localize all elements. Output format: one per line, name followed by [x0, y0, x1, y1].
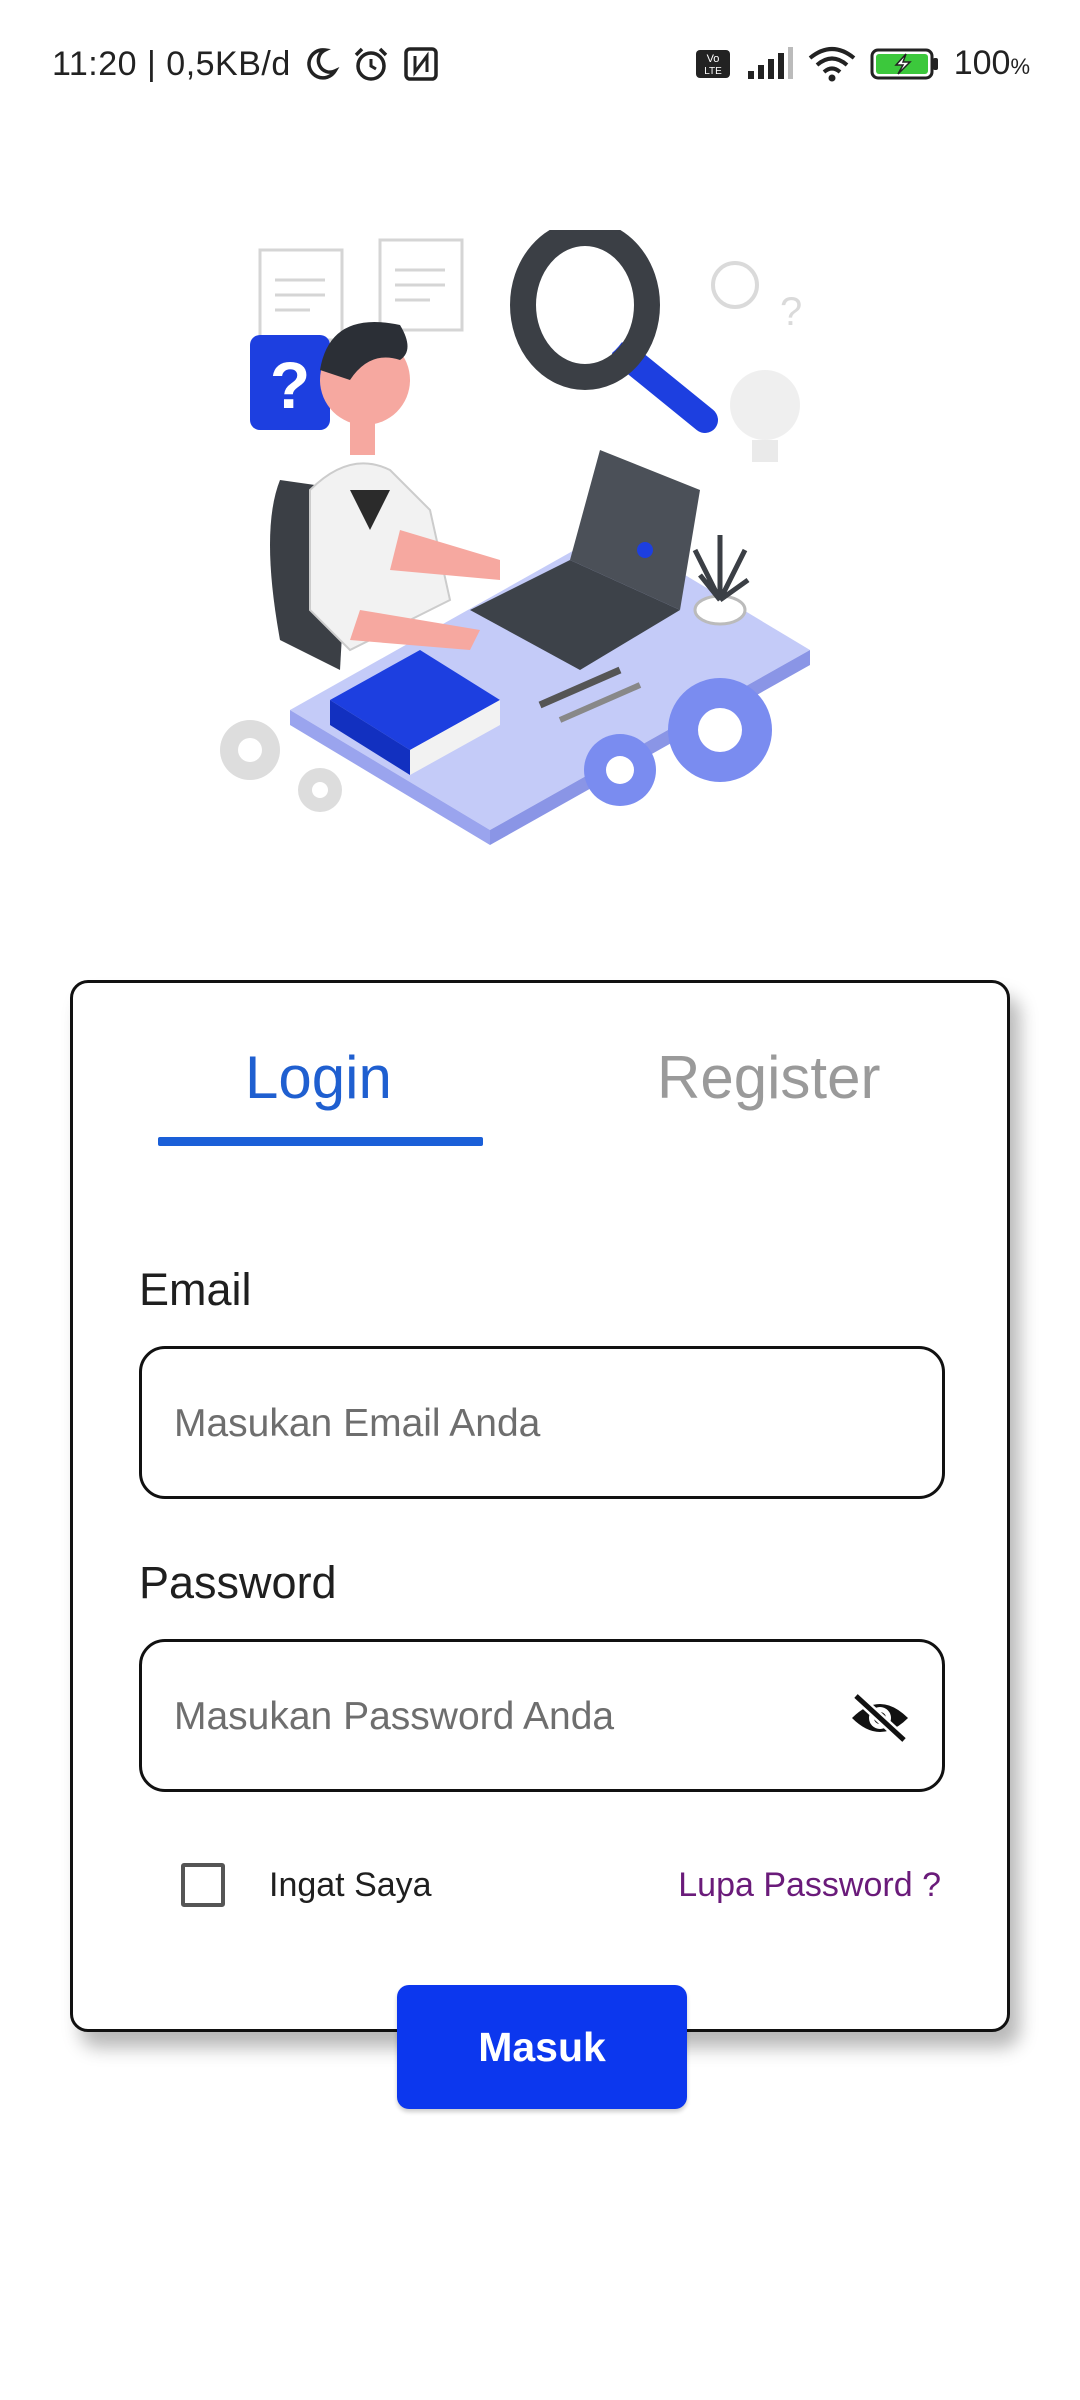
signal-icon [747, 46, 793, 79]
magnifier-icon [510, 230, 718, 433]
lightbulb-icon: ? [711, 261, 802, 462]
svg-text:?: ? [270, 348, 310, 422]
status-time: 11:20 | 0,5KB/d [52, 44, 291, 83]
forgot-password-link[interactable]: Lupa Password ? [678, 1863, 941, 1907]
status-bar-left: 11:20 | 0,5KB/d [52, 44, 441, 84]
tab-login[interactable]: Login [245, 1043, 392, 1112]
volte-icon: Vo LTE [695, 49, 730, 78]
wifi-icon [808, 46, 855, 81]
svg-text:LTE: LTE [704, 66, 722, 77]
person-at-desk-search-illustration: ? ? [220, 230, 810, 845]
login-submit-button[interactable]: Masuk [397, 1985, 687, 2109]
alarm-icon [354, 47, 388, 81]
nfc-icon [404, 47, 438, 81]
visibility-off-icon[interactable] [848, 1690, 912, 1746]
moon-icon [306, 48, 340, 80]
email-field[interactable] [139, 1346, 945, 1499]
status-bar-right: Vo LTE 100% [694, 44, 1030, 83]
remember-me-option[interactable]: Ingat Saya [181, 1863, 432, 1907]
password-input[interactable] [172, 1642, 816, 1791]
status-bar: 11:20 | 0,5KB/d Vo LTE 100% [0, 0, 1080, 135]
tab-register[interactable]: Register [657, 1043, 880, 1112]
svg-text:Vo: Vo [706, 53, 719, 65]
password-label: Password [139, 1557, 337, 1608]
active-tab-indicator [158, 1137, 483, 1146]
auth-card: Login Register Email Password Ingat Saya… [70, 980, 1010, 2032]
battery-percentage: 100% [953, 44, 1030, 82]
battery-charging-icon [870, 48, 938, 79]
remember-me-checkbox[interactable] [181, 1863, 225, 1907]
email-label: Email [139, 1264, 252, 1315]
password-field[interactable] [139, 1639, 945, 1792]
remember-me-label: Ingat Saya [269, 1865, 432, 1904]
svg-text:?: ? [780, 290, 802, 334]
email-input[interactable] [172, 1349, 816, 1498]
